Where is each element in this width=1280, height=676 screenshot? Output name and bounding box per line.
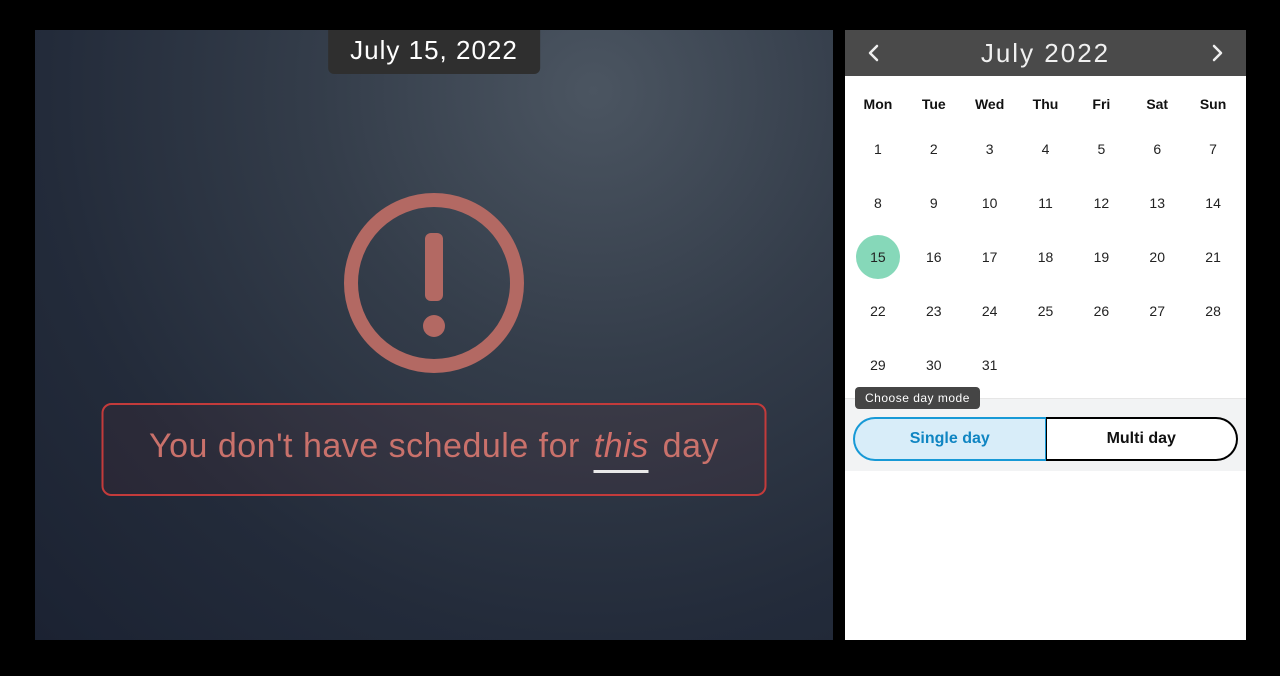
calendar-grid: MonTueWedThuFriSatSun 123456789101112131… [845, 76, 1246, 392]
calendar-day[interactable]: 12 [1073, 176, 1129, 230]
multi-day-toggle[interactable]: Multi day [1046, 417, 1239, 461]
calendar-day[interactable]: 29 [850, 338, 906, 392]
calendar-day[interactable]: 10 [962, 176, 1018, 230]
calendar-weekday: Thu [1018, 86, 1074, 122]
calendar-day[interactable]: 9 [906, 176, 962, 230]
calendar-day[interactable]: 6 [1129, 122, 1185, 176]
prev-month-button[interactable] [865, 44, 883, 62]
empty-message-prefix: You don't have schedule for [149, 427, 590, 465]
empty-message-emphasis: this [594, 427, 649, 467]
calendar-day[interactable]: 15 [850, 230, 906, 284]
calendar-day[interactable]: 26 [1073, 284, 1129, 338]
calendar-header: July 2022 [845, 30, 1246, 76]
day-mode-label: Choose day mode [855, 387, 980, 409]
day-mode-toggle: Single day Multi day [853, 417, 1238, 461]
calendar-weekday: Fri [1073, 86, 1129, 122]
calendar-panel: July 2022 MonTueWedThuFriSatSun 12345678… [845, 30, 1246, 640]
calendar-day [1129, 338, 1185, 392]
calendar-day[interactable]: 25 [1018, 284, 1074, 338]
schedule-panel: July 15, 2022 You don't have schedule fo… [35, 30, 833, 640]
calendar-day[interactable]: 7 [1185, 122, 1241, 176]
calendar-day[interactable]: 8 [850, 176, 906, 230]
selected-date-badge: July 15, 2022 [328, 30, 540, 74]
calendar-day[interactable]: 30 [906, 338, 962, 392]
calendar-weekday: Sat [1129, 86, 1185, 122]
calendar-day[interactable]: 2 [906, 122, 962, 176]
calendar-day[interactable]: 22 [850, 284, 906, 338]
calendar-day [1073, 338, 1129, 392]
calendar-day[interactable]: 13 [1129, 176, 1185, 230]
calendar-weekday: Tue [906, 86, 962, 122]
empty-message-suffix: day [653, 427, 719, 465]
alert-icon [339, 188, 529, 378]
calendar-title: July 2022 [981, 38, 1110, 69]
next-month-button[interactable] [1208, 44, 1226, 62]
calendar-filler [845, 471, 1246, 640]
calendar-day[interactable]: 24 [962, 284, 1018, 338]
calendar-day [1018, 338, 1074, 392]
calendar-weekday: Sun [1185, 86, 1241, 122]
calendar-day[interactable]: 19 [1073, 230, 1129, 284]
day-mode-section: Choose day mode Single day Multi day [845, 398, 1246, 471]
calendar-day[interactable]: 20 [1129, 230, 1185, 284]
calendar-day[interactable]: 17 [962, 230, 1018, 284]
calendar-day[interactable]: 31 [962, 338, 1018, 392]
calendar-weekday: Wed [962, 86, 1018, 122]
empty-schedule-message: You don't have schedule for this day [102, 403, 767, 496]
single-day-toggle[interactable]: Single day [853, 417, 1046, 461]
calendar-day[interactable]: 27 [1129, 284, 1185, 338]
calendar-day[interactable]: 21 [1185, 230, 1241, 284]
calendar-day[interactable]: 28 [1185, 284, 1241, 338]
calendar-day[interactable]: 1 [850, 122, 906, 176]
calendar-day[interactable]: 4 [1018, 122, 1074, 176]
calendar-day[interactable]: 3 [962, 122, 1018, 176]
calendar-day[interactable]: 16 [906, 230, 962, 284]
calendar-day[interactable]: 5 [1073, 122, 1129, 176]
calendar-day [1185, 338, 1241, 392]
calendar-weekday: Mon [850, 86, 906, 122]
calendar-day[interactable]: 18 [1018, 230, 1074, 284]
calendar-day[interactable]: 14 [1185, 176, 1241, 230]
calendar-day[interactable]: 11 [1018, 176, 1074, 230]
calendar-day[interactable]: 23 [906, 284, 962, 338]
